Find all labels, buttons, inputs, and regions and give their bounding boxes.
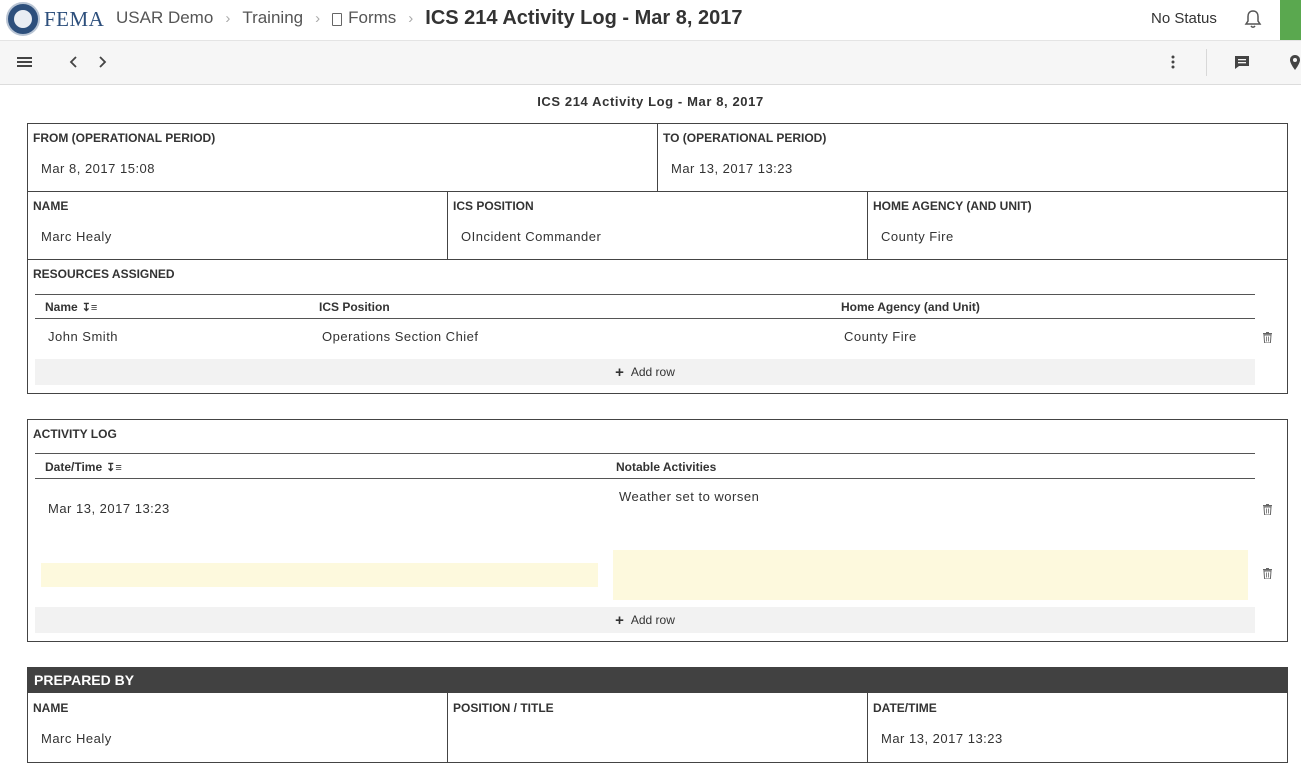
menu-icon[interactable] (17, 56, 32, 68)
add-row-label: Add row (630, 613, 675, 627)
from-period-label: FROM (OPERATIONAL PERIOD) (33, 131, 216, 145)
column-header-name[interactable]: Name ↧≡ (45, 300, 97, 314)
status-action-button[interactable] (1280, 0, 1301, 40)
sort-icon[interactable]: ↧≡ (106, 462, 122, 474)
bell-icon[interactable] (1244, 9, 1262, 29)
divider (447, 191, 448, 260)
toolbar-divider (1206, 49, 1207, 76)
chevron-right-icon[interactable] (98, 55, 107, 69)
prepared-by-header: PREPARED BY (27, 667, 1288, 693)
delete-row-icon[interactable] (1263, 504, 1272, 515)
logo-text: FEMA (44, 6, 105, 31)
name-label: NAME (33, 199, 69, 213)
column-header-ics-position: ICS Position (319, 300, 390, 314)
chevron-right-icon: › (408, 9, 414, 27)
divider (867, 191, 868, 260)
table-header-rule (35, 478, 1255, 479)
chevron-right-icon: › (225, 9, 231, 27)
table-header-rule (35, 318, 1255, 319)
chevron-left-icon[interactable] (69, 55, 78, 69)
activity-log-label: ACTIVITY LOG (33, 427, 117, 441)
resources-assigned-label: RESOURCES ASSIGNED (33, 267, 175, 281)
breadcrumb-usar-demo[interactable]: USAR Demo (116, 8, 213, 28)
sort-icon[interactable]: ↧≡ (82, 302, 98, 314)
resource-agency-cell[interactable]: County Fire (844, 329, 917, 344)
from-period-field[interactable]: Mar 8, 2017 15:08 (41, 161, 155, 176)
resource-name-cell[interactable]: John Smith (48, 329, 118, 344)
delete-row-icon[interactable] (1263, 332, 1272, 343)
table-top-rule (35, 453, 1255, 454)
chevron-right-icon: › (315, 9, 321, 27)
plus-icon: + (615, 363, 624, 381)
status-dropdown[interactable]: No Status (1151, 10, 1217, 27)
column-header-label: Name (45, 300, 78, 314)
prepared-datetime-field[interactable]: Mar 13, 2017 13:23 (881, 731, 1003, 746)
home-agency-field[interactable]: County Fire (881, 229, 954, 244)
to-period-label: TO (OPERATIONAL PERIOD) (663, 131, 827, 145)
prepared-datetime-label: DATE/TIME (873, 701, 937, 715)
prepared-by-section (27, 693, 1288, 763)
breadcrumb-forms[interactable]: Forms (348, 8, 396, 28)
ics-position-field[interactable]: OIncident Commander (461, 229, 601, 244)
add-resource-row-button[interactable]: + Add row (35, 359, 1255, 385)
add-activity-row-button[interactable]: + Add row (35, 607, 1255, 633)
divider (867, 693, 868, 763)
resource-position-cell[interactable]: Operations Section Chief (322, 329, 479, 344)
document-icon (332, 12, 343, 26)
to-period-field[interactable]: Mar 13, 2017 13:23 (671, 161, 793, 176)
name-field[interactable]: Marc Healy (41, 229, 112, 244)
empty-datetime-input[interactable] (41, 563, 598, 587)
breadcrumb-training[interactable]: Training (242, 8, 303, 28)
column-header-home-agency: Home Agency (and Unit) (841, 300, 980, 314)
activity-notes-cell[interactable]: Weather set to worsen (619, 489, 759, 504)
column-header-notable-activities: Notable Activities (616, 460, 717, 474)
add-row-label: Add row (630, 365, 675, 379)
fema-logo[interactable]: FEMA (6, 2, 104, 36)
app-header: FEMA USAR Demo › Training › Forms › ICS … (0, 0, 1301, 41)
prepared-name-field[interactable]: Marc Healy (41, 731, 112, 746)
location-pin-icon[interactable] (1289, 54, 1301, 71)
dhs-seal-icon (6, 2, 40, 36)
page-title: ICS 214 Activity Log - Mar 8, 2017 (425, 6, 743, 29)
home-agency-label: HOME AGENCY (AND UNIT) (873, 199, 1032, 213)
divider (27, 191, 1288, 192)
column-header-label: Date/Time (45, 460, 103, 474)
column-header-date-time[interactable]: Date/Time ↧≡ (45, 460, 122, 474)
activity-datetime-cell[interactable]: Mar 13, 2017 13:23 (48, 501, 170, 516)
divider (657, 123, 658, 191)
form-toolbar (0, 41, 1301, 85)
ics-position-label: ICS POSITION (453, 199, 534, 213)
breadcrumb: USAR Demo › Training › Forms › ICS 214 A… (116, 0, 742, 36)
table-top-rule (35, 294, 1255, 295)
divider (447, 693, 448, 763)
prepared-position-label: POSITION / TITLE (453, 701, 554, 715)
empty-notes-textarea[interactable] (613, 550, 1248, 600)
plus-icon: + (615, 611, 624, 629)
delete-row-icon[interactable] (1263, 568, 1272, 579)
comment-icon[interactable] (1234, 55, 1250, 70)
more-vert-icon[interactable] (1171, 55, 1175, 69)
prepared-name-label: NAME (33, 701, 69, 715)
form-title: ICS 214 Activity Log - Mar 8, 2017 (537, 94, 764, 109)
